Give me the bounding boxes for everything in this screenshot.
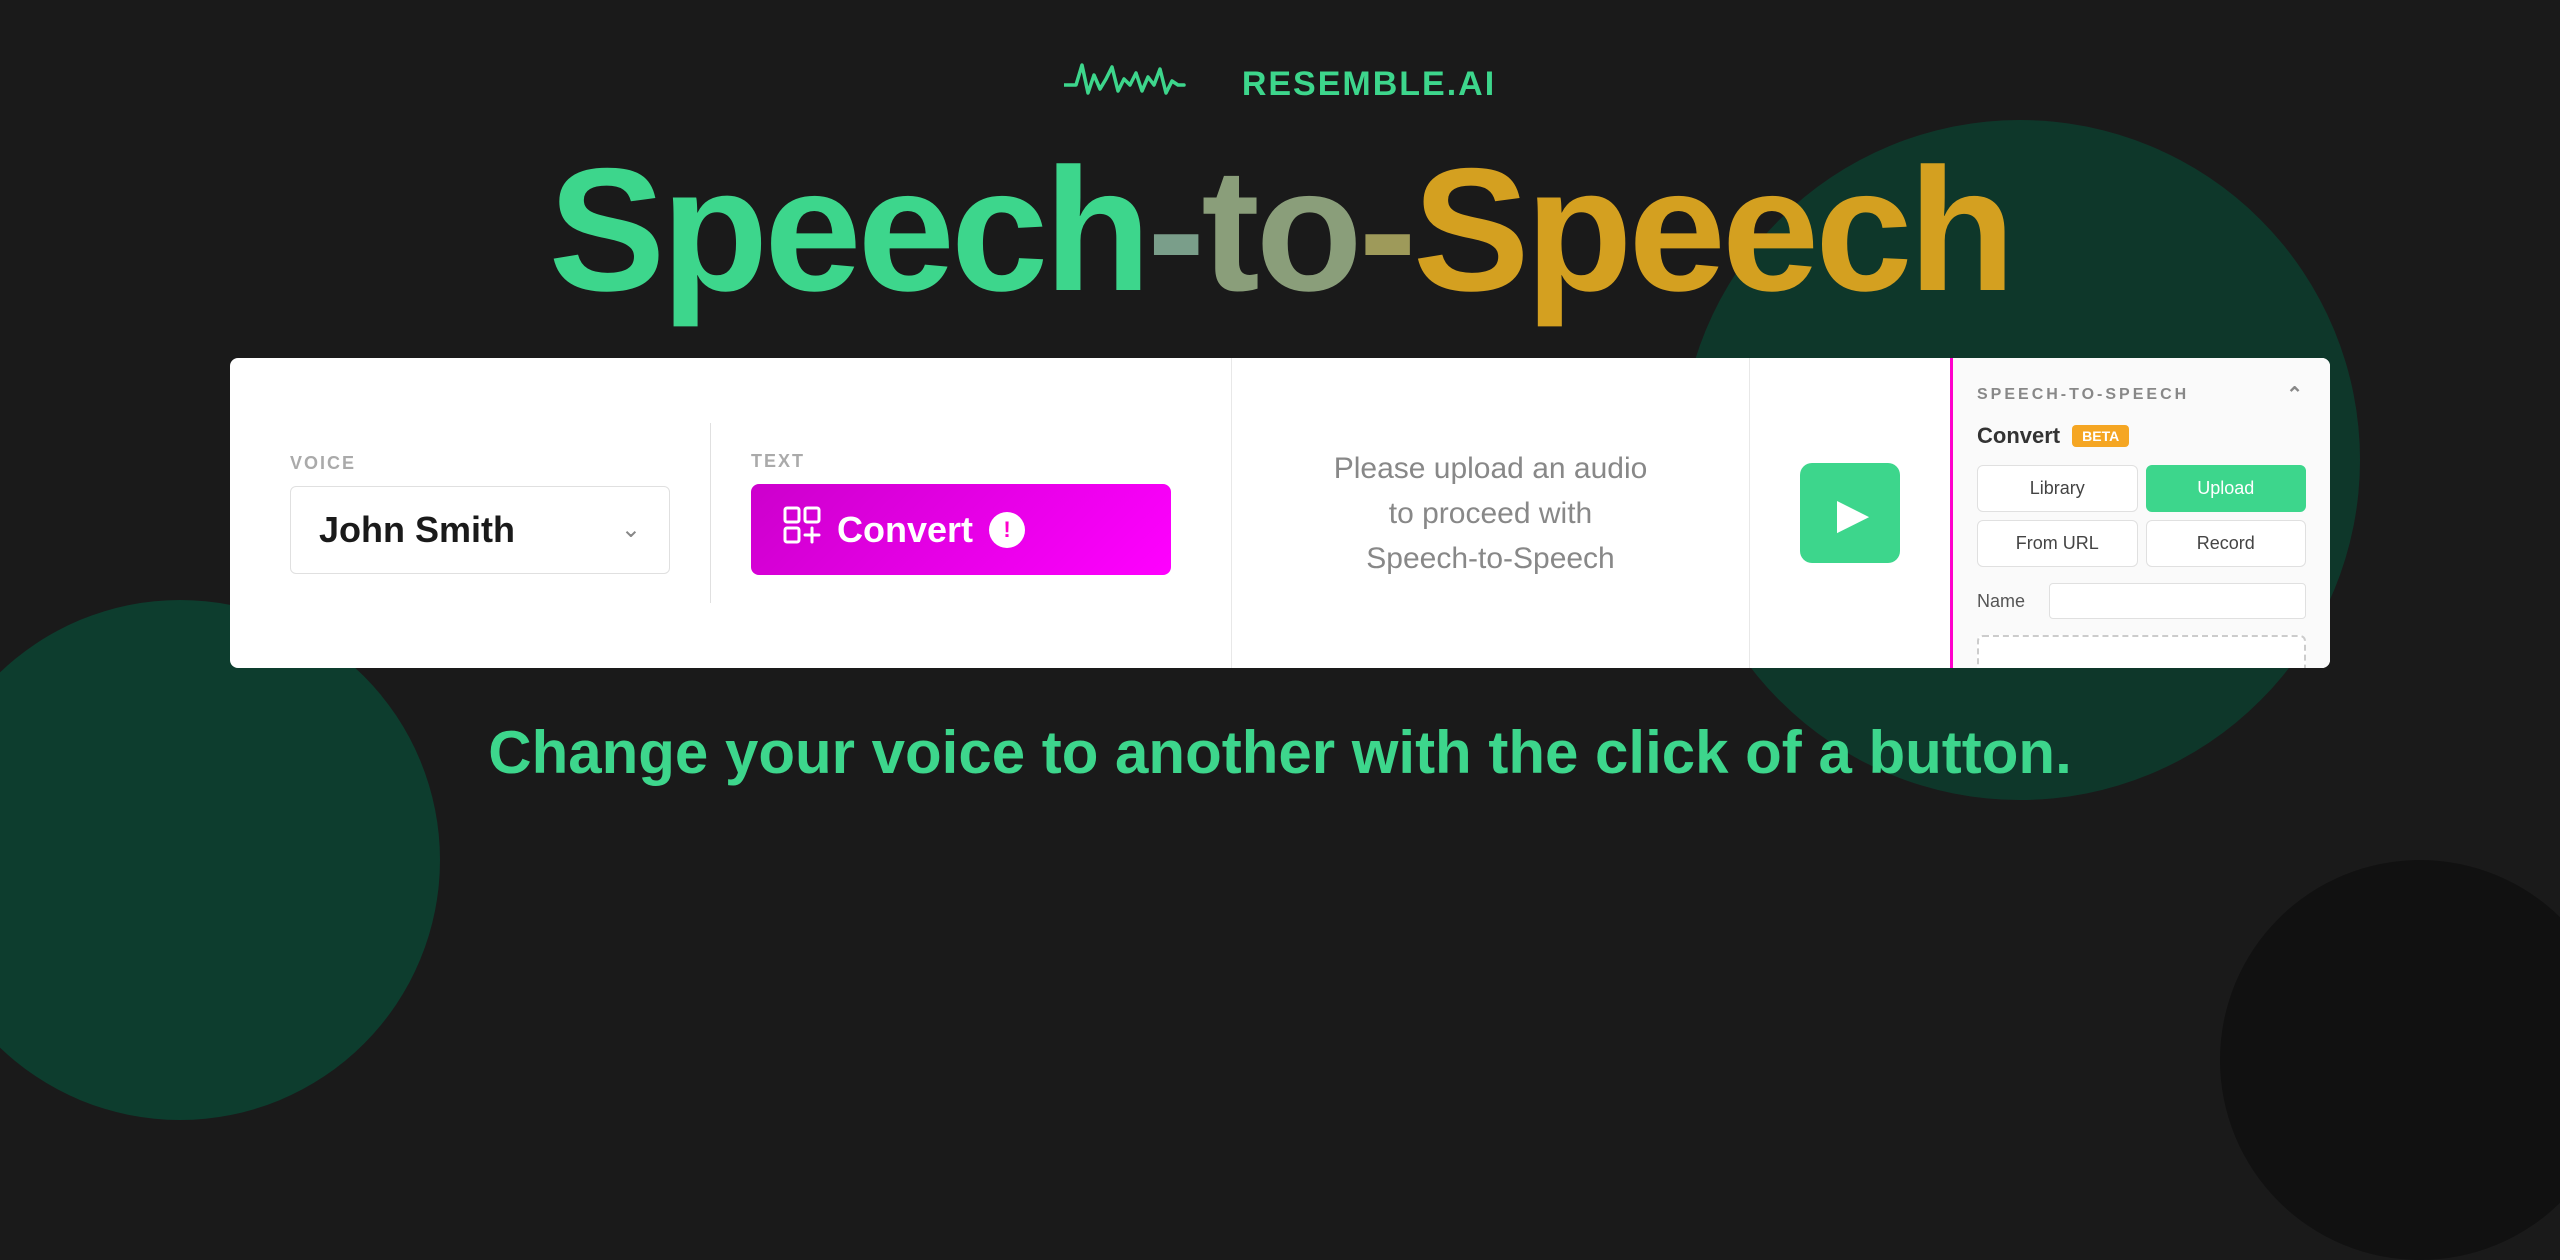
sidebar-section-header: Convert BETA [1977, 423, 2306, 449]
upload-area[interactable]: ↥ Click to choose a file. [1977, 635, 2306, 668]
tagline-text: Change your voice to another with the cl… [488, 719, 2071, 786]
beta-badge: BETA [2072, 425, 2129, 447]
sidebar-title: SPEECH-TO-SPEECH ⌃ [1977, 382, 2306, 407]
convert-button-label: Convert [837, 509, 973, 551]
name-input[interactable] [2049, 583, 2306, 619]
play-button[interactable]: ▶ [1800, 463, 1900, 563]
title-speech1: Speech [549, 133, 1148, 328]
vertical-divider [710, 423, 711, 603]
sidebar-title-text: SPEECH-TO-SPEECH [1977, 386, 2189, 404]
text-label: TEXT [751, 451, 1171, 472]
name-label: Name [1977, 591, 2037, 612]
voice-name-value: John Smith [319, 509, 515, 551]
chevron-down-icon: ⌄ [621, 515, 641, 544]
title-dash1: - [1147, 133, 1201, 328]
record-button[interactable]: Record [2146, 520, 2307, 567]
sidebar: SPEECH-TO-SPEECH ⌃ Convert BETA Library … [1950, 358, 2330, 668]
audio-message-section: Please upload an audioto proceed withSpe… [1232, 358, 1750, 668]
name-row: Name [1977, 583, 2306, 619]
title-speech2: Speech [1413, 133, 2012, 328]
app-card: VOICE John Smith ⌄ TEXT [230, 358, 2330, 668]
library-button[interactable]: Library [1977, 465, 2138, 512]
title-to: to [1201, 133, 1358, 328]
convert-icon [783, 506, 821, 553]
tagline: Change your voice to another with the cl… [0, 718, 2560, 787]
bg-decoration-bottom-right [2220, 860, 2560, 1260]
bg-decoration-left [0, 600, 440, 1120]
upload-icon: ↥ [2130, 667, 2153, 668]
header: RESEMBLE.AI [0, 0, 2560, 113]
play-icon: ▶ [1837, 489, 1869, 538]
convert-warning-icon: ! [989, 512, 1025, 548]
convert-section-label: Convert [1977, 423, 2060, 449]
logo-wave-icon [1064, 55, 1224, 113]
title-dash2: - [1359, 133, 1413, 328]
from-url-button[interactable]: From URL [1977, 520, 2138, 567]
voice-section: VOICE John Smith ⌄ [290, 453, 670, 574]
logo-text: RESEMBLE.AI [1242, 65, 1496, 104]
play-section: ▶ [1750, 358, 1950, 668]
upload-button[interactable]: Upload [2146, 465, 2307, 512]
voice-label: VOICE [290, 453, 670, 474]
main-panel: VOICE John Smith ⌄ TEXT [230, 358, 1232, 668]
sidebar-collapse-button[interactable]: ⌃ [2286, 382, 2306, 407]
convert-button[interactable]: Convert ! [751, 484, 1171, 575]
audio-upload-message: Please upload an audioto proceed withSpe… [1334, 446, 1648, 581]
voice-select-dropdown[interactable]: John Smith ⌄ [290, 486, 670, 574]
main-title: Speech-to-Speech [0, 143, 2560, 318]
upload-source-btn-group: Library Upload From URL Record [1977, 465, 2306, 567]
text-section: TEXT Convert ! [751, 451, 1171, 575]
